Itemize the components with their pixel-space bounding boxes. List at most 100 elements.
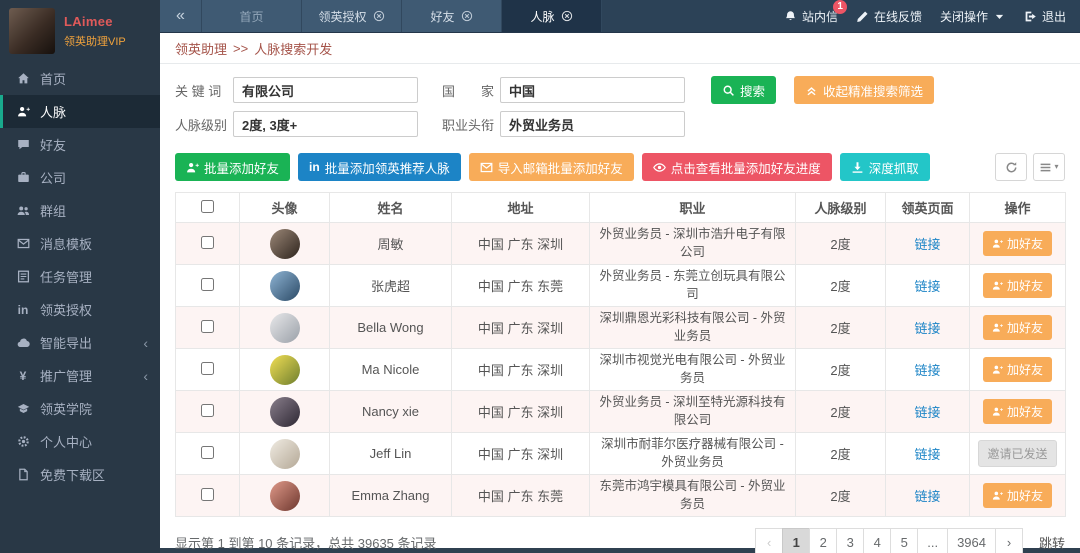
tab-home[interactable]: 首页 bbox=[202, 0, 302, 32]
sidebar-item-personal-center[interactable]: 个人中心 bbox=[0, 425, 160, 458]
sidebar-item-contacts[interactable]: 人脉 bbox=[0, 95, 160, 128]
avatar bbox=[269, 396, 300, 427]
sidebar-item-message-templates[interactable]: 消息模板 bbox=[0, 227, 160, 260]
view-add-progress-button[interactable]: 点击查看批量添加好友进度 bbox=[641, 153, 832, 181]
job-cell: 外贸业务员 - 深圳至特光源科技有限公司 bbox=[589, 390, 796, 433]
row-checkbox[interactable] bbox=[201, 445, 214, 459]
country-input[interactable] bbox=[500, 77, 685, 103]
page-button-5[interactable]: 5 bbox=[890, 528, 919, 553]
tab-close-icon[interactable] bbox=[461, 10, 473, 22]
add-friend-button[interactable]: 加好友 bbox=[982, 357, 1052, 382]
row-checkbox[interactable] bbox=[201, 277, 214, 291]
row-checkbox[interactable] bbox=[201, 403, 214, 417]
add-friend-button[interactable]: 加好友 bbox=[982, 399, 1052, 424]
linkedin-page-link[interactable]: 链接 bbox=[914, 237, 940, 252]
degree-cell: 2度 bbox=[795, 390, 886, 433]
tab-close-icon[interactable] bbox=[373, 10, 385, 22]
batch-add-friends-button[interactable]: 批量添加好友 bbox=[175, 153, 291, 181]
avatar-cell bbox=[239, 390, 330, 433]
sidebar-item-smart-export[interactable]: 智能导出 ‹ bbox=[0, 326, 160, 359]
sidebar-item-groups[interactable]: 群组 bbox=[0, 194, 160, 227]
linkedin-page-link[interactable]: 链接 bbox=[914, 321, 940, 336]
deep-crawl-button[interactable]: 深度抓取 bbox=[839, 153, 930, 181]
page-next-button[interactable]: › bbox=[994, 528, 1023, 553]
keyword-input[interactable] bbox=[233, 77, 418, 103]
col-header-name: 姓名 bbox=[329, 192, 452, 223]
row-checkbox[interactable] bbox=[201, 487, 214, 501]
profile-card[interactable]: LAimee 领英助理VIP bbox=[0, 0, 160, 62]
yen-icon: ¥ bbox=[19, 368, 27, 383]
online-feedback-link[interactable]: 在线反馈 bbox=[856, 8, 922, 25]
action-cell: 加好友 bbox=[969, 264, 1066, 307]
add-friend-button[interactable]: 加好友 bbox=[982, 231, 1052, 256]
col-header-avatar: 头像 bbox=[239, 192, 330, 223]
tab-friends[interactable]: 好友 bbox=[402, 0, 502, 32]
row-checkbox[interactable] bbox=[201, 319, 214, 333]
user-plus-icon bbox=[992, 364, 1003, 375]
linkedin-page-link[interactable]: 链接 bbox=[914, 279, 940, 294]
sidebar-item-task-management[interactable]: 任务管理 bbox=[0, 260, 160, 293]
page-button-3[interactable]: 3 bbox=[836, 528, 865, 553]
tab-close-icon[interactable] bbox=[561, 10, 573, 22]
sidebar-item-promotion[interactable]: ¥ 推广管理 ‹ bbox=[0, 359, 160, 392]
add-friend-button[interactable]: 加好友 bbox=[982, 483, 1052, 508]
online-feedback-label: 在线反馈 bbox=[873, 9, 922, 24]
page-button-3964[interactable]: 3964 bbox=[947, 528, 996, 553]
sidebar-item-label: 好友 bbox=[40, 138, 67, 153]
add-friend-label: 加好友 bbox=[1006, 321, 1043, 335]
linkedin-page-link[interactable]: 链接 bbox=[914, 447, 940, 462]
page-button-2[interactable]: 2 bbox=[809, 528, 838, 553]
breadcrumb-page: 人脉搜索开发 bbox=[254, 41, 333, 57]
job-title-input[interactable] bbox=[500, 111, 685, 137]
name-cell: Nancy xie bbox=[329, 390, 452, 433]
linkedin-page-link[interactable]: 链接 bbox=[914, 405, 940, 420]
tab-linkedin-auth[interactable]: 领英授权 bbox=[302, 0, 402, 32]
row-select-cell bbox=[175, 432, 240, 475]
jump-link[interactable]: 跳转 bbox=[1039, 533, 1065, 552]
sidebar-item-linkedin-auth[interactable]: in 领英授权 bbox=[0, 293, 160, 326]
col-header-actions: 操作 bbox=[969, 192, 1066, 223]
add-friend-button[interactable]: 加好友 bbox=[982, 315, 1052, 340]
file-icon bbox=[15, 468, 31, 481]
avatar-cell bbox=[239, 348, 330, 391]
batch-add-recommended-button[interactable]: in 批量添加领英推荐人脉 bbox=[298, 153, 461, 181]
page-ellipsis: ... bbox=[917, 528, 949, 553]
avatar bbox=[269, 270, 300, 301]
close-operations-dropdown[interactable]: 关闭操作 bbox=[940, 8, 1006, 25]
cloud-icon bbox=[15, 336, 31, 349]
tab-contacts[interactable]: 人脉 bbox=[502, 0, 602, 32]
linkedin-page-link[interactable]: 链接 bbox=[914, 489, 940, 504]
degree-cell: 2度 bbox=[795, 432, 886, 475]
columns-icon bbox=[1039, 161, 1052, 174]
add-friend-button[interactable]: 加好友 bbox=[982, 273, 1052, 298]
refresh-button[interactable] bbox=[995, 153, 1027, 181]
search-button[interactable]: 搜索 bbox=[711, 76, 777, 104]
degree-input[interactable] bbox=[233, 111, 418, 137]
linkedin-page-link[interactable]: 链接 bbox=[914, 363, 940, 378]
columns-dropdown-button[interactable]: ▾ bbox=[1033, 153, 1065, 181]
sidebar-item-free-downloads[interactable]: 免费下载区 bbox=[0, 458, 160, 491]
collapse-filters-button[interactable]: 收起精准搜索筛选 bbox=[794, 76, 935, 104]
row-checkbox[interactable] bbox=[201, 361, 214, 375]
site-messages-link[interactable]: 站内信 1 bbox=[784, 0, 847, 25]
sidebar-item-home[interactable]: 首页 bbox=[0, 62, 160, 95]
logout-link[interactable]: 退出 bbox=[1024, 8, 1066, 25]
contacts-icon bbox=[15, 105, 31, 118]
sidebar-item-company[interactable]: 公司 bbox=[0, 161, 160, 194]
page-button-4[interactable]: 4 bbox=[863, 528, 892, 553]
sidebar-item-linkedin-academy[interactable]: 领英学院 bbox=[0, 392, 160, 425]
select-all-checkbox[interactable] bbox=[201, 199, 214, 213]
sidebar-item-friends[interactable]: 好友 bbox=[0, 128, 160, 161]
user-plus-icon bbox=[992, 406, 1003, 417]
import-email-add-label: 导入邮箱批量添加好友 bbox=[497, 161, 623, 176]
caret-down-icon: ▾ bbox=[1054, 162, 1059, 171]
linkedin-page-cell: 链接 bbox=[885, 474, 970, 517]
import-email-add-button[interactable]: 导入邮箱批量添加好友 bbox=[468, 153, 634, 181]
page-prev-button[interactable]: ‹ bbox=[755, 528, 784, 553]
row-checkbox[interactable] bbox=[201, 235, 214, 249]
avatar-cell bbox=[239, 264, 330, 307]
sidebar-collapse-button[interactable]: « bbox=[160, 0, 202, 32]
page-button-1[interactable]: 1 bbox=[782, 528, 811, 553]
add-friend-label: 加好友 bbox=[1006, 237, 1043, 251]
avatar bbox=[269, 312, 300, 343]
